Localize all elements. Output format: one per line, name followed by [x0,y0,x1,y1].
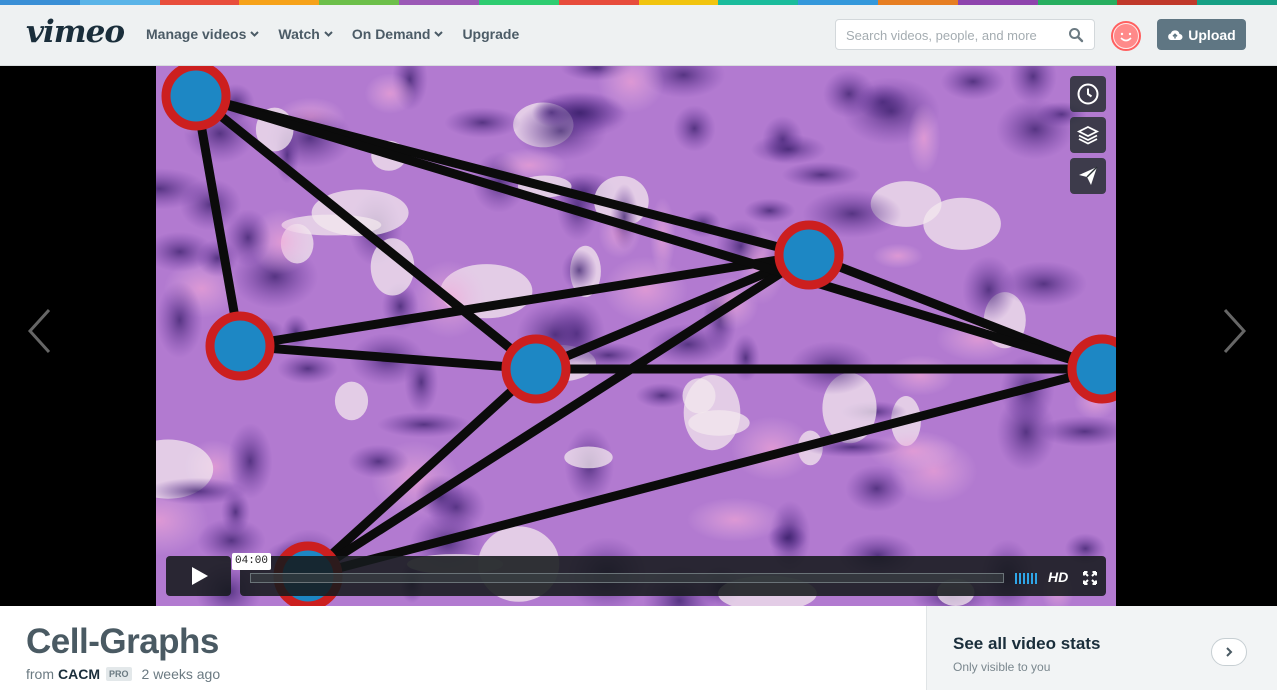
nav-manage-videos[interactable]: Manage videos [146,26,260,42]
upload-button[interactable]: Upload [1157,19,1246,50]
smiley-face-icon [1114,24,1138,48]
share-button[interactable] [1070,158,1106,194]
vimeo-logo[interactable]: vimeo [26,14,125,50]
nav-on-demand[interactable]: On Demand [352,26,444,42]
cloud-upload-icon [1168,29,1183,40]
author-link[interactable]: CACM [58,666,100,682]
nav-upgrade[interactable]: Upgrade [462,26,519,42]
search-input[interactable] [846,26,1066,44]
graph-node [161,66,231,131]
pro-badge: PRO [106,667,132,681]
nav-label: Manage videos [146,26,247,42]
nav-label: On Demand [351,26,431,42]
video-frame[interactable] [156,66,1116,606]
stats-title: See all video stats [953,634,1101,653]
nav-label: Watch [278,26,320,42]
chevron-down-icon [324,31,333,37]
nav-label: Upgrade [462,26,520,42]
video-title: Cell-Graphs [26,622,219,661]
chevron-down-icon [434,31,444,37]
watch-later-button[interactable] [1070,76,1106,112]
chevron-right-icon[interactable] [1220,306,1250,356]
chevron-left-icon[interactable] [24,306,54,356]
paper-plane-icon [1079,166,1098,185]
stats-open-button[interactable] [1211,638,1247,666]
user-avatar[interactable] [1111,21,1141,51]
graph-node [774,220,844,290]
collections-button[interactable] [1070,117,1106,153]
player-stage [0,66,1277,606]
video-graphic [156,66,1116,606]
play-icon [191,567,208,585]
stats-subtitle: Only visible to you [953,660,1051,674]
top-header: vimeo Manage videos Watch On Demand Upgr… [0,5,1277,66]
time-tooltip: 04:00 [232,553,272,570]
posted-time: 2 weeks ago [141,666,221,682]
main-nav: Manage videos Watch On Demand Upgrade [146,26,538,42]
video-stats-panel[interactable]: See all video stats Only visible to you [926,606,1277,690]
chevron-right-icon [1226,647,1233,657]
player-controls: HD [166,556,1106,596]
fullscreen-icon[interactable] [1083,571,1097,585]
volume-meter[interactable] [1015,573,1037,584]
upload-label: Upload [1188,26,1236,43]
control-bar: HD [240,556,1106,596]
hd-toggle[interactable]: HD [1048,569,1068,585]
chevron-down-icon [250,31,260,37]
play-button[interactable] [166,556,231,596]
nav-watch[interactable]: Watch [278,26,333,42]
layers-icon [1076,125,1100,145]
graph-node [501,334,571,404]
graph-node [1067,334,1116,404]
video-info-bar: Cell-Graphs from CACM PRO 2 weeks ago Se… [0,606,1277,690]
graph-node [205,311,275,381]
clock-icon [1077,83,1099,105]
video-byline: from CACM PRO 2 weeks ago [26,666,220,682]
search-icon[interactable] [1068,27,1084,43]
search-box [835,19,1095,50]
progress-track[interactable] [250,573,1004,583]
from-label: from [26,666,54,682]
